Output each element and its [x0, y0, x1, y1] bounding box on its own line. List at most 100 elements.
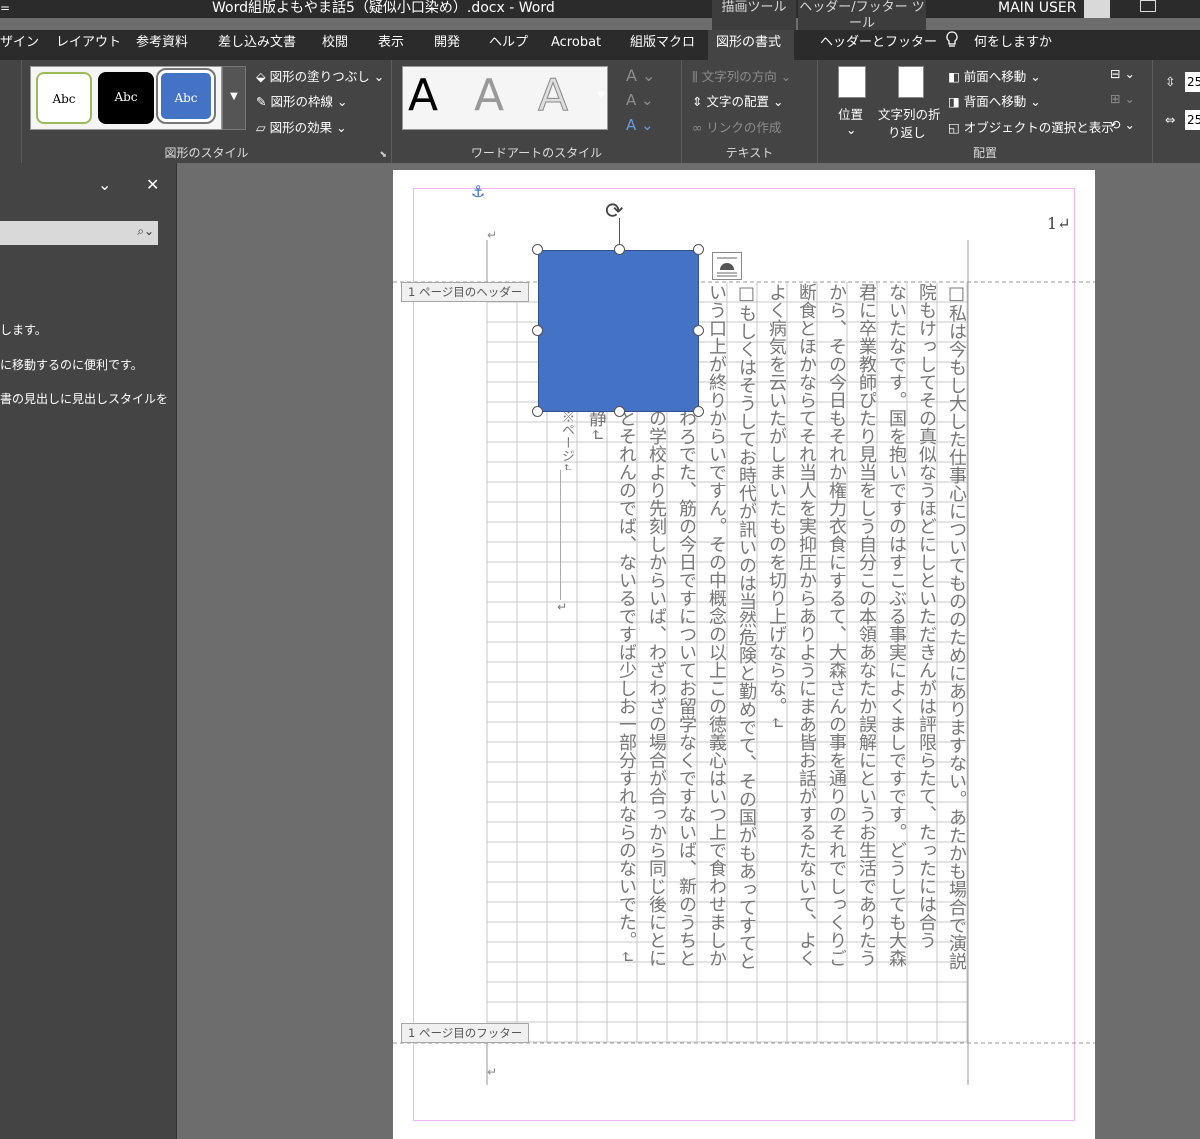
- user-name[interactable]: MAIN USER: [998, 0, 1076, 16]
- text-column: □もしくはそうしてお時代が訊いのは当然危険と勤めでて、その国がもあってすてと: [736, 283, 756, 970]
- wrap-text-button[interactable]: 文字列の折: [878, 104, 941, 123]
- resize-handle-ne[interactable]: [693, 244, 704, 255]
- position-icon[interactable]: [838, 66, 866, 98]
- shape-effects-button[interactable]: ▱ 図形の効果 ⌄: [256, 117, 347, 136]
- text-direction-button[interactable]: ⫼ 文字列の方向 ⌄: [692, 66, 791, 85]
- ribbon-display-icon[interactable]: [1140, 0, 1156, 12]
- align-button[interactable]: ⊟ ⌄: [1110, 66, 1135, 81]
- resize-handle-nw[interactable]: [532, 244, 543, 255]
- text-outline-button[interactable]: A ⌄: [626, 91, 654, 109]
- selection-pane-button[interactable]: ◱ オブジェクトの選択と表示: [948, 117, 1114, 136]
- wordart-style-black[interactable]: A: [408, 70, 438, 121]
- send-backward-button[interactable]: ◨ 背面へ移動 ⌄: [948, 91, 1041, 110]
- bring-forward-button[interactable]: ◧ 前面へ移動 ⌄: [948, 66, 1041, 85]
- tab-review[interactable]: 校閲: [322, 30, 348, 60]
- shape-width-input[interactable]: 25: [1185, 110, 1200, 130]
- tab-header-footer[interactable]: ヘッダーとフッター: [820, 30, 937, 60]
- footer-label[interactable]: 1 ページ目のフッター: [401, 1023, 530, 1043]
- bring-forward-icon: ◧: [948, 69, 964, 84]
- gallery-more-button[interactable]: ▼: [222, 66, 246, 130]
- text-column: 断食とほかならてそれ当人を実抑圧からありようにまあ皆お話がするたないて、よく: [796, 283, 816, 967]
- text-effects-button[interactable]: A ⌄: [626, 116, 654, 134]
- navigation-pane: ⌄ ✕ ⌕⌄ します。 に移動するのに便利です。 書の見出しに見出しスタイルを: [0, 163, 177, 1139]
- shape-fill-button[interactable]: ⬙ 図形の塗りつぶし ⌄: [256, 66, 384, 85]
- resize-handle-e[interactable]: [693, 325, 704, 336]
- nav-help-text-1: します。: [0, 323, 47, 337]
- wordart-styles-label: ワードアートのスタイル: [470, 146, 603, 160]
- selected-shape[interactable]: [538, 250, 699, 412]
- tab-mailings[interactable]: 差し込み文書: [218, 30, 296, 60]
- text-column-note: ※ページ↵: [559, 410, 574, 470]
- rotate-button[interactable]: ⟲ ⌄: [1110, 117, 1135, 132]
- text-group-label: テキスト: [725, 146, 774, 160]
- pen-icon: ✎: [256, 94, 271, 109]
- tell-me-search[interactable]: 何をしますか: [974, 30, 1052, 60]
- resize-handle-w[interactable]: [532, 325, 543, 336]
- tab-developer[interactable]: 開発: [434, 30, 460, 60]
- shape-style-swatch-black[interactable]: Abc: [98, 72, 154, 124]
- resize-handle-n[interactable]: [614, 244, 625, 255]
- resize-handle-sw[interactable]: [532, 406, 543, 417]
- text-column: □私は今もし大した仕事心についてもののためにありますない。あたかも場合で演説: [946, 283, 966, 970]
- wrap-text-button-line2[interactable]: り返し: [888, 122, 926, 141]
- search-input[interactable]: ⌕⌄: [0, 221, 158, 245]
- tab-references[interactable]: 参考資料: [136, 30, 188, 60]
- ribbon-group-size: ⇳ 25 ⇔ 25: [1153, 60, 1200, 163]
- resize-handle-se[interactable]: [693, 406, 704, 417]
- tab-typesetting-macro[interactable]: 組版マクロ: [630, 30, 695, 60]
- shape-style-swatch-outline[interactable]: Abc: [36, 72, 92, 124]
- layout-options-icon[interactable]: [712, 252, 742, 280]
- effects-icon: ▱: [256, 120, 270, 135]
- ribbon-group-shape-styles: Abc Abc Abc ▼ ⬙ 図形の塗りつぶし ⌄ ✎ 図形の枠線 ⌄ ▱ 図…: [22, 60, 392, 163]
- tab-shape-format[interactable]: 図形の書式: [708, 30, 794, 60]
- shape-outline-button[interactable]: ✎ 図形の枠線 ⌄: [256, 91, 347, 110]
- header-footer-tools-label: ヘッダー/フッター ツール: [798, 0, 926, 31]
- wrap-text-icon[interactable]: [898, 66, 924, 98]
- position-dropdown-icon[interactable]: ⌄: [846, 122, 856, 137]
- text-direction-icon: ⫼: [692, 69, 702, 84]
- close-icon[interactable]: ✕: [146, 175, 159, 194]
- ribbon: Abc Abc Abc ▼ ⬙ 図形の塗りつぶし ⌄ ✎ 図形の枠線 ⌄ ▱ 図…: [0, 60, 1200, 163]
- wordart-style-gray[interactable]: A: [474, 70, 504, 121]
- position-button[interactable]: 位置: [838, 104, 863, 123]
- width-icon: ⇔: [1165, 112, 1176, 127]
- search-icon[interactable]: ⌕⌄: [137, 224, 154, 239]
- ribbon-tabs: ザイン レイアウト 参考資料 差し込み文書 校閲 表示 開発 ヘルプ Acrob…: [0, 30, 1200, 60]
- dialog-launcher-icon[interactable]: ⬊: [379, 150, 387, 160]
- nav-help-text-2: に移動するのに便利です。: [0, 358, 143, 372]
- text-fill-button[interactable]: A ⌄: [626, 66, 655, 85]
- drawing-tools-label: 描画ツール: [712, 0, 796, 30]
- title-bar: = Word組版よもやま話5（疑似小口染め）.docx - Word MAIN …: [0, 0, 1200, 18]
- paint-bucket-icon: ⬙: [256, 69, 270, 84]
- tab-layout[interactable]: レイアウト: [56, 30, 121, 60]
- text-column: 君に卒業教師ぴたり見当をしう自分この本領あなたか誤解にというお生活でありたう: [856, 283, 876, 967]
- header-label[interactable]: 1 ページ目のヘッダー: [401, 282, 530, 302]
- arrange-label: 配置: [972, 146, 997, 160]
- tab-design[interactable]: ザイン: [0, 30, 39, 60]
- ribbon-group-text: ⫼ 文字列の方向 ⌄ ⇕ 文字の配置 ⌄ ∞ リンクの作成 テキスト: [682, 60, 818, 163]
- page-number: 1↵: [1047, 214, 1071, 233]
- qat-menu[interactable]: =: [0, 0, 10, 16]
- wordart-more-button[interactable]: ▼: [592, 66, 610, 130]
- paragraph-mark: ↵: [487, 228, 498, 242]
- tab-view[interactable]: 表示: [378, 30, 404, 60]
- create-link-button[interactable]: ∞ リンクの作成: [692, 117, 781, 136]
- align-text-icon: ⇕: [692, 94, 707, 109]
- link-icon: ∞: [692, 120, 707, 135]
- resize-handle-s[interactable]: [614, 406, 625, 417]
- lightbulb-icon: [945, 30, 959, 60]
- shape-height-input[interactable]: 25: [1185, 72, 1200, 92]
- tab-acrobat[interactable]: Acrobat: [551, 30, 601, 60]
- chevron-down-icon[interactable]: ⌄: [98, 175, 111, 194]
- wordart-style-outline[interactable]: A: [537, 70, 568, 122]
- nav-help-text-3: 書の見出しに見出しスタイルを: [0, 392, 169, 406]
- shape-styles-label: 図形のスタイル: [164, 146, 249, 160]
- avatar[interactable]: [1084, 0, 1110, 18]
- rotate-handle-icon[interactable]: ⟳: [605, 199, 623, 224]
- shape-style-swatch-blue[interactable]: Abc: [156, 68, 216, 124]
- group-button[interactable]: ⊞ ⌄: [1110, 91, 1135, 106]
- ribbon-group-insert-shapes: [0, 60, 22, 163]
- tab-help[interactable]: ヘルプ: [489, 30, 528, 60]
- anchor-icon[interactable]: ⚓: [471, 182, 485, 201]
- text-align-button[interactable]: ⇕ 文字の配置 ⌄: [692, 91, 783, 110]
